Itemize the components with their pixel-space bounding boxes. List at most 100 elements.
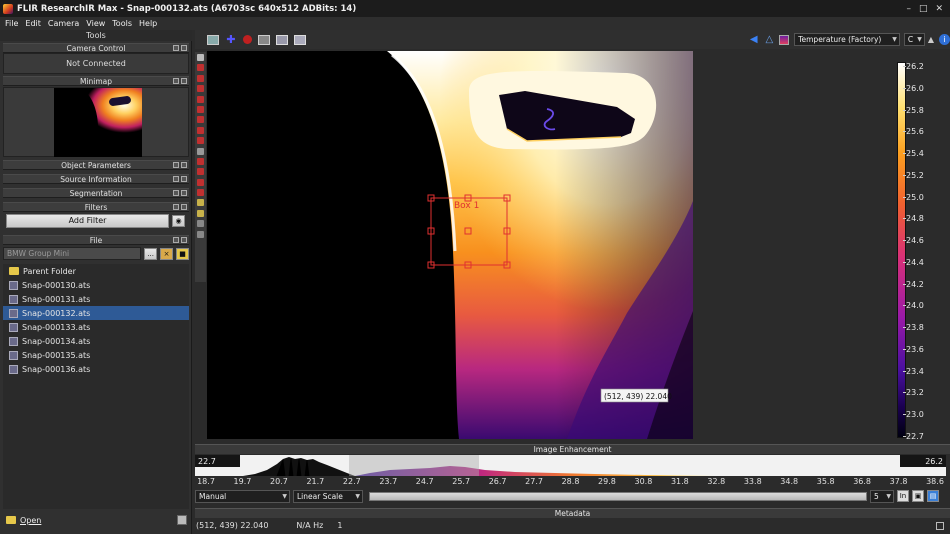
clear-roi-icon[interactable] [197, 189, 204, 197]
close-panel-icon[interactable] [181, 190, 187, 196]
polygon-tool-icon[interactable] [197, 116, 204, 124]
zoom-in-button[interactable]: In [897, 490, 909, 502]
histogram[interactable]: 22.7 26.2 [195, 455, 946, 476]
minimap-view[interactable] [3, 87, 189, 157]
enhancement-range-window[interactable] [349, 455, 479, 476]
minimize-icon[interactable]: – [906, 4, 911, 14]
move-tool-icon[interactable] [197, 147, 204, 155]
export-icon[interactable] [275, 34, 288, 45]
snapshot-icon[interactable] [257, 34, 270, 45]
status-resize-icon[interactable] [936, 521, 944, 530]
open-roi-icon[interactable] [197, 199, 204, 207]
restore-icon[interactable] [173, 162, 179, 168]
menu-help[interactable]: Help [139, 19, 157, 28]
minimap-header[interactable]: Minimap [3, 76, 189, 86]
list-item[interactable]: Snap-000134.ats [3, 334, 189, 348]
menu-tools[interactable]: Tools [112, 19, 132, 28]
restore-icon[interactable] [173, 45, 179, 51]
folder-path-field[interactable]: BMW Group Mini [3, 247, 142, 260]
scale-select[interactable]: Linear Scale ▼ [293, 489, 363, 503]
thermal-image-view[interactable]: Box 1 (512, 439) 22.040 [207, 51, 693, 439]
delete-roi-icon[interactable] [197, 178, 204, 186]
restore-icon[interactable] [173, 204, 179, 210]
lock-icon[interactable]: ▣ [912, 490, 924, 502]
source-information-header[interactable]: Source Information [3, 174, 189, 184]
enhancement-slider[interactable] [369, 491, 867, 501]
delta-tool-icon[interactable] [197, 157, 204, 165]
eye-icon[interactable]: ◉ [172, 214, 185, 227]
folder-open-icon[interactable]: ■ [176, 247, 190, 260]
warning-icon[interactable]: △ [766, 34, 774, 45]
menu-file[interactable]: File [5, 19, 18, 28]
cross-tool-icon[interactable] [197, 137, 204, 145]
flir-app-icon [3, 3, 13, 14]
list-item[interactable]: Snap-000136.ats [3, 362, 189, 376]
list-item[interactable]: Snap-000133.ats [3, 320, 189, 334]
settings-arrow-icon[interactable]: ▲ [928, 35, 934, 44]
close-panel-icon[interactable] [181, 204, 187, 210]
filters-header[interactable]: Filters [3, 202, 189, 212]
palette-icon[interactable] [779, 34, 790, 45]
open-link[interactable]: Open [20, 516, 41, 525]
camera-control-header[interactable]: Camera Control [3, 43, 189, 53]
spot-tool-icon[interactable] [197, 64, 204, 72]
pointer-tool-icon[interactable] [197, 54, 204, 61]
close-panel-icon[interactable] [181, 237, 187, 243]
restore-icon[interactable] [173, 78, 179, 84]
menu-edit[interactable]: Edit [25, 19, 41, 28]
box-tool-icon[interactable] [197, 74, 204, 82]
list-item[interactable]: Snap-000131.ats [3, 292, 189, 306]
line-tool-icon[interactable] [197, 95, 204, 103]
segmentation-header[interactable]: Segmentation [3, 188, 189, 198]
list-item[interactable]: Snap-000135.ats [3, 348, 189, 362]
segmentation-title: Segmentation [69, 188, 123, 198]
ellipse-tool-icon[interactable] [197, 85, 204, 93]
menu-view[interactable]: View [86, 19, 105, 28]
menu-camera[interactable]: Camera [48, 19, 79, 28]
unit-select[interactable]: C ▼ [903, 33, 925, 46]
image-enhancement-header[interactable]: Image Enhancement [195, 444, 950, 454]
layout-icon[interactable] [293, 34, 306, 45]
close-panel-icon[interactable] [181, 45, 187, 51]
roi-box-label[interactable]: Box 1 [454, 201, 479, 211]
add-filter-button[interactable]: Add Filter [6, 213, 169, 228]
measurement-tool-strip [195, 52, 206, 282]
range-min-value[interactable]: 22.7 [195, 455, 240, 467]
freehand-tool-icon[interactable] [197, 126, 204, 134]
restore-icon[interactable] [173, 190, 179, 196]
open-folder-icon[interactable] [6, 516, 16, 524]
list-item[interactable]: Snap-000130.ats [3, 278, 189, 292]
file-header[interactable]: File [3, 235, 189, 245]
close-panel-icon[interactable] [181, 162, 187, 168]
close-panel-icon[interactable] [181, 78, 187, 84]
camera-control-title: Camera Control [66, 43, 126, 53]
temperature-mode-select[interactable]: Temperature (Factory) ▼ [794, 33, 900, 46]
list-item-selected[interactable]: Snap-000132.ats [3, 306, 189, 320]
close-panel-icon[interactable] [181, 176, 187, 182]
temperature-colorbar[interactable] [897, 62, 906, 438]
record-icon[interactable] [242, 35, 252, 44]
export-roi-icon[interactable] [197, 220, 204, 228]
polyline-tool-icon[interactable] [197, 105, 204, 113]
folder-delete-icon[interactable]: × [160, 247, 174, 260]
range-max-value[interactable]: 26.2 [900, 455, 946, 467]
step-select[interactable]: 5 ▼ [870, 489, 894, 503]
maximize-icon[interactable]: □ [919, 4, 928, 14]
info-icon[interactable]: i [939, 34, 950, 45]
crosshair-icon[interactable]: ✚ [225, 34, 237, 45]
restore-icon[interactable] [173, 237, 179, 243]
profile-tool-icon[interactable] [197, 168, 204, 176]
image-icon[interactable] [207, 34, 219, 45]
roi-settings-icon[interactable] [197, 230, 204, 238]
save-icon[interactable]: ▤ [927, 490, 939, 502]
list-item-parent-folder[interactable]: Parent Folder [3, 264, 189, 278]
enhancement-mode-select[interactable]: Manual ▼ [195, 489, 290, 503]
browse-button[interactable]: ... [144, 247, 158, 260]
close-icon[interactable]: ✕ [935, 4, 943, 14]
refresh-icon[interactable] [177, 515, 187, 525]
palette-arrow-icon[interactable]: ◀ [750, 34, 758, 45]
restore-icon[interactable] [173, 176, 179, 182]
metadata-header[interactable]: Metadata [195, 508, 950, 518]
save-roi-icon[interactable] [197, 209, 204, 217]
object-parameters-header[interactable]: Object Parameters [3, 160, 189, 170]
